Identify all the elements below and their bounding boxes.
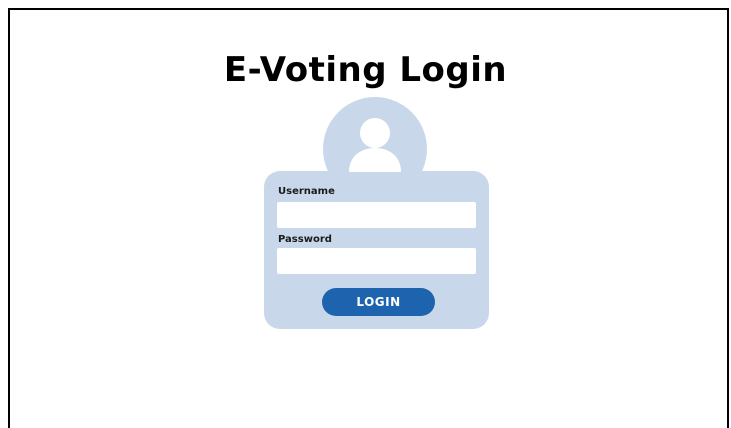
user-avatar-icon [349, 118, 401, 172]
page-title: E-Voting Login [223, 50, 508, 90]
avatar-shoulders [349, 148, 401, 172]
username-label: Username [278, 186, 335, 197]
password-label: Password [278, 234, 332, 245]
login-button[interactable]: LOGIN [322, 288, 435, 316]
avatar-head [360, 118, 390, 148]
password-input[interactable] [277, 248, 476, 274]
username-input[interactable] [277, 202, 476, 228]
